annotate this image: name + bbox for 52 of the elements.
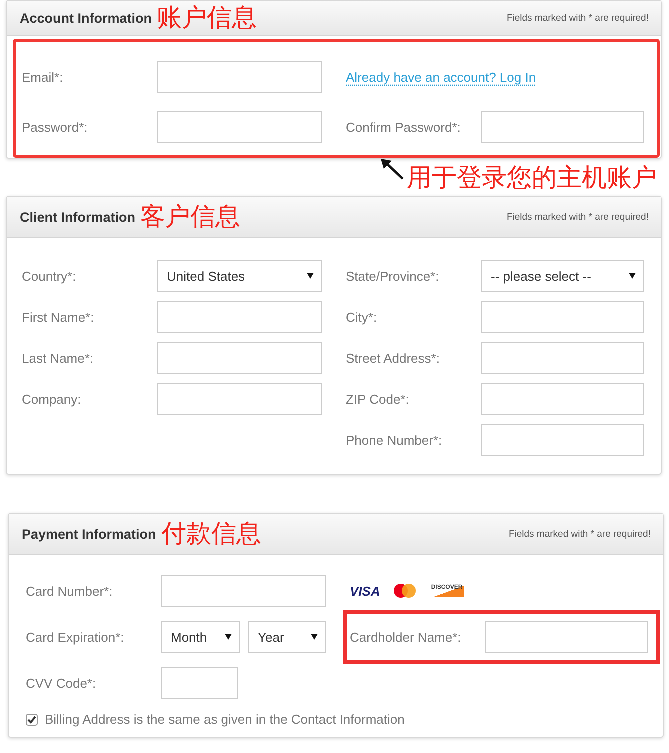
field-label: Cardholder Name*: bbox=[350, 630, 462, 644]
field-label: Country*: bbox=[22, 268, 78, 284]
annotation-text: 付款信息 bbox=[161, 522, 262, 546]
field-label: Card Number*: bbox=[26, 584, 114, 598]
field-label: First Name*: bbox=[22, 310, 96, 324]
field-label: ZIP Code*: bbox=[346, 392, 410, 406]
input-field[interactable] bbox=[481, 383, 644, 415]
input-field[interactable] bbox=[157, 383, 322, 415]
panel-title: Account Information bbox=[20, 10, 152, 26]
caret-icon bbox=[311, 634, 318, 640]
field-label: Card Expiration*: bbox=[26, 630, 126, 644]
field-label: Email*: bbox=[22, 70, 64, 84]
required-note: Fields marked with * are required! bbox=[508, 528, 651, 540]
annotation-text: 账户信息 bbox=[157, 6, 257, 30]
panel-title: Client Information bbox=[20, 210, 136, 224]
input-field[interactable] bbox=[485, 621, 648, 653]
arrow-icon bbox=[381, 159, 405, 181]
field-label: Last Name*: bbox=[22, 350, 95, 366]
input-field[interactable] bbox=[157, 61, 322, 93]
field-label: Company: bbox=[22, 392, 82, 406]
checkbox[interactable] bbox=[26, 714, 38, 726]
field-label: City*: bbox=[346, 310, 378, 324]
input-field[interactable] bbox=[481, 301, 644, 333]
caret-icon bbox=[629, 273, 636, 279]
input-field[interactable] bbox=[157, 342, 322, 374]
select-field[interactable]: Year bbox=[248, 621, 326, 653]
select-field[interactable]: -- please select -- bbox=[481, 260, 644, 292]
field-label: State/Province*: bbox=[346, 268, 440, 284]
input-field[interactable] bbox=[481, 342, 644, 374]
field-label: CVV Code*: bbox=[26, 676, 98, 690]
select-field[interactable]: United States bbox=[157, 260, 322, 292]
input-field[interactable] bbox=[161, 667, 238, 699]
card-logo-icon bbox=[393, 583, 418, 599]
field-label: Street Address*: bbox=[346, 350, 441, 366]
input-field[interactable] bbox=[157, 301, 322, 333]
caret-icon bbox=[307, 273, 314, 279]
caret-icon bbox=[225, 634, 232, 640]
input-field[interactable] bbox=[157, 111, 322, 143]
input-field[interactable] bbox=[161, 575, 326, 607]
required-note: Fields marked with * are required! bbox=[506, 212, 649, 222]
select-field[interactable]: Month bbox=[161, 621, 240, 653]
field-label: Confirm Password*: bbox=[346, 120, 462, 134]
annotation-text: 客户信息 bbox=[140, 204, 240, 230]
field-label: Phone Number*: bbox=[346, 432, 444, 448]
checkbox-label: Billing Address is the same as given in the Contact Information bbox=[45, 712, 405, 727]
panel-title: Payment Information bbox=[22, 526, 156, 542]
card-logo: VISA bbox=[350, 584, 380, 598]
input-field[interactable] bbox=[481, 111, 644, 143]
annotation-text: 用于登录您的主机账户 bbox=[407, 166, 657, 191]
required-note: Fields marked with * are required! bbox=[506, 12, 649, 24]
field-label: Password*: bbox=[22, 120, 89, 134]
input-field[interactable] bbox=[481, 424, 644, 456]
